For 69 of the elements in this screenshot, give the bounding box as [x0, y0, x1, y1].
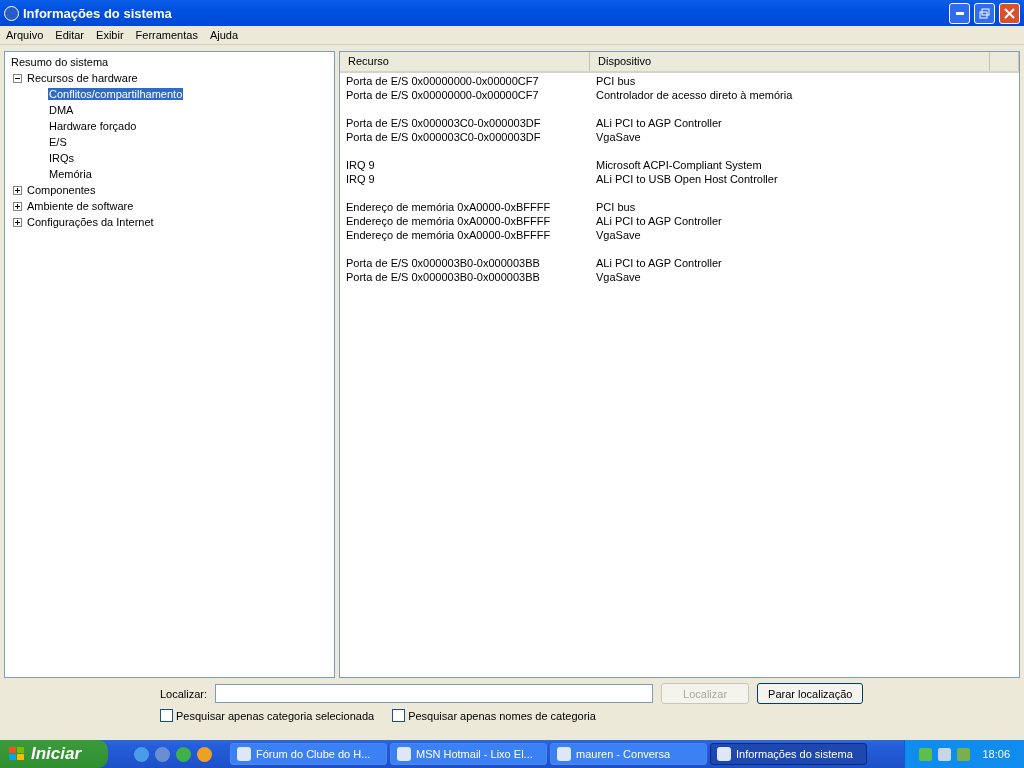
- expand-icon[interactable]: [13, 201, 22, 211]
- table-cell: VgaSave: [596, 131, 641, 143]
- table-cell-text: Porta de E/S 0x000003B0-0x000003BB: [346, 257, 541, 269]
- table-cell: ALi PCI to AGP Controller: [596, 257, 722, 269]
- table-cell-text: Endereço de memória 0xA0000-0xBFFFF: [346, 215, 552, 227]
- window-icon: [557, 747, 571, 761]
- taskbar-button[interactable]: Informações do sistema: [710, 743, 867, 765]
- taskbar-button[interactable]: MSN Hotmail - Lixo El...: [390, 743, 547, 765]
- table-cell-text: IRQ 9: [346, 159, 376, 171]
- table-cell-text: IRQ 9: [346, 173, 376, 185]
- menu-item[interactable]: Exibir: [90, 29, 130, 41]
- tree-item[interactable]: E/S: [48, 136, 68, 148]
- table-cell: PCI bus: [596, 75, 636, 87]
- window-icon: [397, 747, 411, 761]
- taskbar-button[interactable]: mauren - Conversa: [550, 743, 707, 765]
- tree-item[interactable]: Hardware forçado: [48, 120, 138, 132]
- tree-item[interactable]: Conflitos/compartilhamento: [48, 88, 184, 100]
- table-cell: ALi PCI to USB Open Host Controller: [596, 173, 778, 185]
- menu-item[interactable]: Ferramentas: [129, 29, 204, 41]
- tree-item[interactable]: Memória: [48, 168, 93, 180]
- table-cell: Microsoft ACPI-Compliant System: [596, 159, 762, 171]
- window-icon: [237, 747, 251, 761]
- start-button[interactable]: Iniciar: [0, 740, 108, 768]
- table-cell-text: Porta de E/S 0x00000000-0x00000CF7: [346, 75, 540, 87]
- table-cell-text: Endereço de memória 0xA0000-0xBFFFF: [346, 229, 552, 241]
- column-header[interactable]: Recurso: [340, 52, 590, 71]
- tree-item[interactable]: IRQs: [48, 152, 76, 164]
- stop-find-button[interactable]: Parar localização: [757, 683, 864, 704]
- windows-logo-icon: [8, 746, 26, 762]
- tree-item[interactable]: Ambiente de software: [26, 200, 135, 212]
- clock: 18:06: [982, 748, 1010, 760]
- minimize-button[interactable]: [949, 2, 970, 24]
- table-cell-text: Porta de E/S 0x000003B0-0x000003BB: [346, 271, 541, 283]
- tree-item[interactable]: Resumo do sistema: [10, 56, 110, 68]
- checkbox[interactable]: [160, 709, 173, 722]
- window-icon: [717, 747, 731, 761]
- menu-item[interactable]: Ajuda: [203, 29, 245, 41]
- table-cell: PCI bus: [596, 201, 636, 213]
- close-icon: [1004, 7, 1015, 19]
- expand-icon[interactable]: [13, 185, 22, 195]
- table-cell: ALi PCI to AGP Controller: [596, 215, 722, 227]
- collapse-icon[interactable]: [13, 73, 22, 83]
- window-title: Informações do sistema: [23, 5, 173, 21]
- table-cell-text: Porta de E/S 0x000003C0-0x000003DF: [346, 117, 542, 129]
- table-cell: VgaSave: [596, 271, 641, 283]
- table-cell-text: Endereço de memória 0xA0000-0xBFFFF: [346, 201, 552, 213]
- tree-item[interactable]: Configurações da Internet: [26, 216, 155, 228]
- find-label: Localizar:: [160, 687, 208, 700]
- tree-item[interactable]: DMA: [48, 104, 75, 116]
- find-field[interactable]: [215, 684, 654, 703]
- close-button[interactable]: [999, 2, 1020, 24]
- menu-item[interactable]: Editar: [49, 29, 91, 41]
- minimize-icon: [955, 11, 964, 15]
- expand-icon[interactable]: [13, 217, 22, 227]
- menu-item[interactable]: Arquivo: [0, 29, 50, 41]
- checkbox-label[interactable]: Pesquisar apenas categoria selecionada: [176, 709, 375, 722]
- taskbar-button[interactable]: Fórum do Clube do H...: [230, 743, 387, 765]
- restore-icon: [979, 7, 990, 19]
- table-cell-text: Porta de E/S 0x000003C0-0x000003DF: [346, 131, 542, 143]
- table-cell: Controlador de acesso direto à memória: [596, 89, 793, 101]
- checkbox-label[interactable]: Pesquisar apenas nomes de categoria: [408, 709, 596, 722]
- tree-item[interactable]: Recursos de hardware: [26, 72, 139, 84]
- checkbox[interactable]: [392, 709, 406, 722]
- restore-button[interactable]: [974, 2, 995, 24]
- table-cell-text: Porta de E/S 0x00000000-0x00000CF7: [346, 89, 540, 101]
- tree-item[interactable]: Componentes: [26, 184, 97, 196]
- column-header[interactable]: Dispositivo: [590, 52, 990, 71]
- table-cell: VgaSave: [596, 229, 641, 241]
- table-cell: ALi PCI to AGP Controller: [596, 117, 722, 129]
